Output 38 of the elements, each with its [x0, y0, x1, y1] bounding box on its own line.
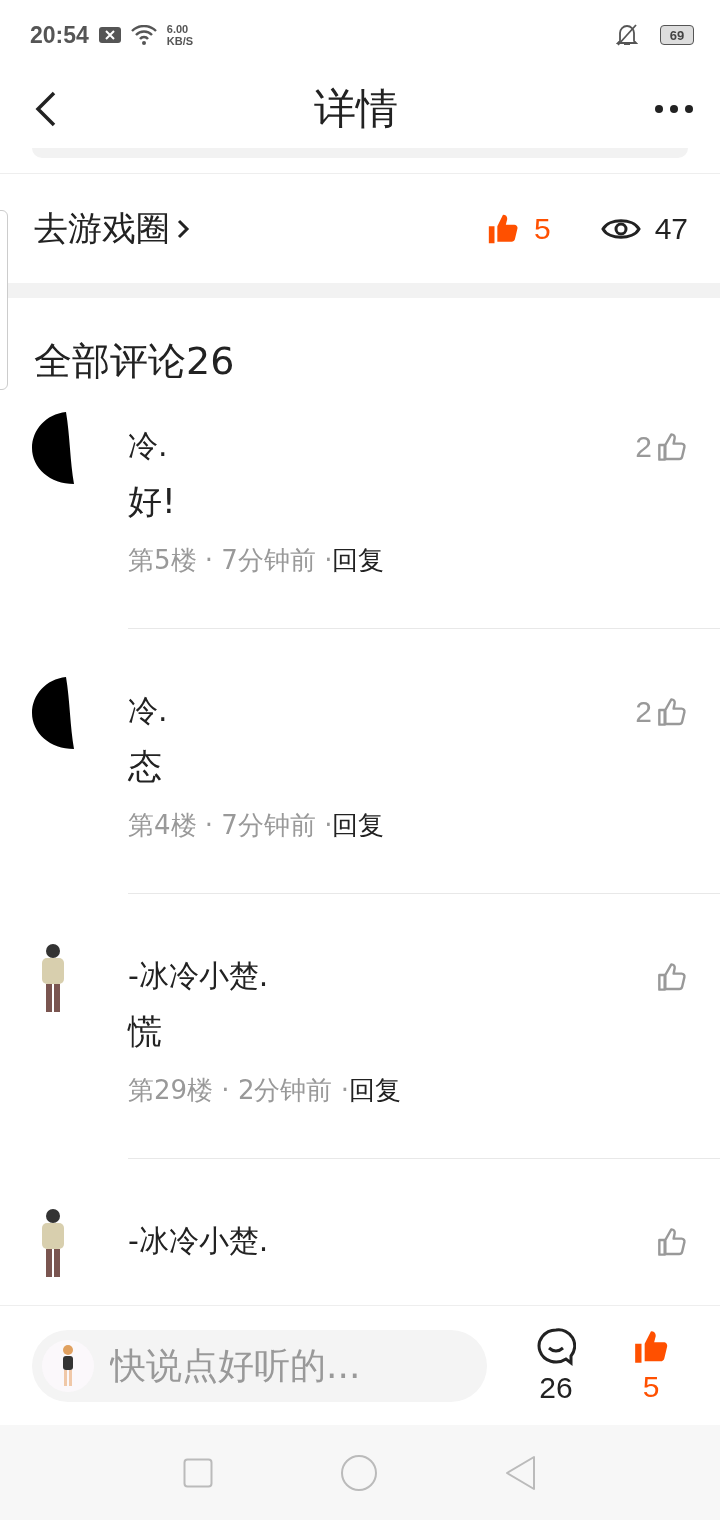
wifi-icon: [130, 25, 157, 45]
comments-button[interactable]: 26: [536, 1326, 576, 1405]
battery-level: 69: [669, 27, 685, 43]
like-count: 5: [533, 211, 551, 246]
commenter-name: 冷.: [128, 692, 168, 730]
reply-link[interactable]: 回复: [348, 1073, 401, 1108]
commenter-name: 冷.: [128, 427, 168, 465]
comment-meta: 第4楼 · 7分钟前 ·: [128, 809, 333, 842]
comment-meta: 第29楼 · 2分钟前 ·: [128, 1074, 349, 1107]
comment-like-button[interactable]: [656, 960, 688, 993]
comment-text: 态: [128, 745, 163, 788]
home-button[interactable]: [340, 1453, 378, 1492]
network-speed: 6.00: [166, 23, 190, 35]
view-count: 47: [654, 211, 688, 246]
commenter-name: -冰冷小楚.: [128, 957, 269, 995]
speed-unit: KB/S: [166, 35, 194, 47]
thumbs-up-icon: [656, 1225, 688, 1258]
bell-off-icon: [616, 23, 638, 47]
comments-heading: 全部评论26: [34, 338, 235, 385]
recents-button[interactable]: [183, 1457, 214, 1488]
status-time: 20:54: [30, 21, 89, 49]
thumbs-up-icon: [656, 430, 688, 463]
comment-text: 慌: [128, 1010, 163, 1053]
back-button[interactable]: [34, 91, 58, 127]
thumbs-up-icon: [656, 695, 688, 728]
reply-link[interactable]: 回复: [332, 808, 385, 843]
more-button[interactable]: [654, 104, 694, 114]
comment-text: 好!: [128, 480, 177, 523]
page-title: 详情: [314, 83, 398, 135]
comment-meta: 第5楼 · 7分钟前 ·: [128, 544, 333, 577]
commenter-name: -冰冷小楚.: [128, 1222, 269, 1260]
reply-link[interactable]: 回复: [332, 543, 385, 578]
game-circle-link[interactable]: 去游戏圈: [34, 205, 436, 252]
back-nav-button[interactable]: [504, 1454, 537, 1491]
thumbs-up-icon: [656, 960, 688, 993]
notification-icon: [98, 27, 121, 43]
chevron-icon: [176, 217, 190, 240]
comment-like-button[interactable]: [656, 1225, 688, 1258]
